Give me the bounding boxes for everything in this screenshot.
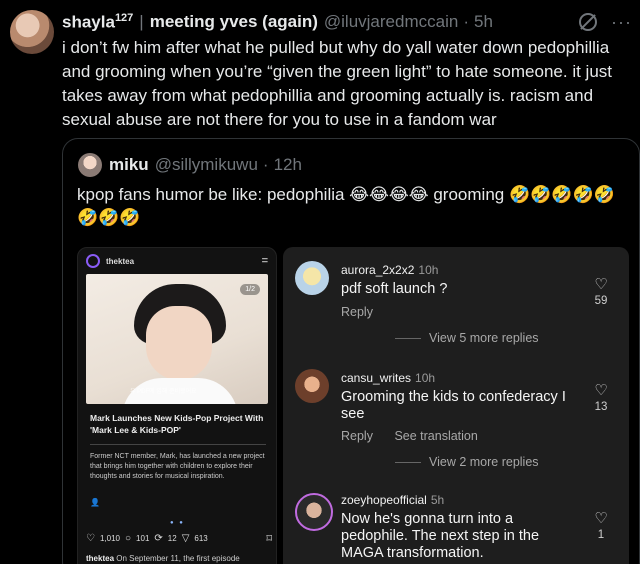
- heart-icon: ♡: [594, 276, 608, 293]
- comment-icon: ○: [125, 533, 132, 544]
- view-more-replies[interactable]: View 5 more replies: [395, 331, 539, 345]
- name-separator: |: [139, 12, 144, 31]
- heart-icon: ♡: [86, 533, 95, 544]
- card-body: Former NCT member, Mark, has launched a …: [90, 453, 265, 480]
- comment-user[interactable]: cansu_writes 10h: [341, 371, 435, 385]
- heart-icon: ♡: [594, 382, 608, 399]
- card-footer-user: thektea: [86, 554, 115, 563]
- view-more-label[interactable]: View 2 more replies: [429, 455, 539, 469]
- page-badge: 1/2: [240, 284, 260, 295]
- header-actions: ···: [579, 12, 632, 33]
- carousel-dots: ● ●: [170, 520, 185, 526]
- card-title: Mark Launches New Kids-Pop Project With …: [90, 413, 264, 435]
- view-more-replies[interactable]: View 2 more replies: [395, 455, 539, 469]
- quote-handle[interactable]: @sillymikuwu: [155, 155, 258, 175]
- tweet: shayla127 | meeting yves (again) @iluvja…: [0, 0, 640, 564]
- handle[interactable]: @iluvjaredmccain: [324, 12, 458, 32]
- reply-button[interactable]: Reply: [341, 305, 373, 319]
- comment-user[interactable]: aurora_2x2x2 10h: [341, 263, 438, 277]
- like-button[interactable]: ♡ 13: [591, 382, 611, 414]
- card-shares: 613: [194, 534, 208, 543]
- card-user-icon: 👤: [90, 498, 100, 507]
- comment-text: Now he's gonna turn into a pedophile. Th…: [341, 511, 540, 561]
- comment-time: 10h: [418, 263, 439, 277]
- divider: [395, 461, 421, 463]
- share-icon: ▽: [181, 533, 190, 544]
- see-translation-button[interactable]: See translation: [394, 429, 477, 443]
- like-button[interactable]: ♡ 1: [591, 510, 611, 542]
- comment-actions: Reply See translation: [341, 429, 478, 443]
- name-suffix: meeting yves (again): [149, 12, 318, 31]
- card-divider: [90, 444, 266, 445]
- thektea-logo-icon: [86, 254, 100, 268]
- avatar[interactable]: [10, 10, 54, 54]
- card-reposts: 12: [167, 534, 177, 543]
- avatar[interactable]: [295, 369, 329, 403]
- card-likes: 1,010: [99, 534, 120, 543]
- name-superscript: 127: [114, 11, 134, 24]
- card-stats: ♡ 1,010 ○ 101 ⟳ 12 ▽ 613 ⌑: [86, 532, 272, 545]
- bookmark-icon: ⌑: [266, 533, 272, 545]
- grok-icon[interactable]: [579, 13, 598, 31]
- quote-header: miku @sillymikuwu · 12h: [109, 153, 302, 177]
- card-photo: 1/2 유 PDF에 임해 준비됐어요: [86, 274, 268, 404]
- heart-icon: ♡: [594, 510, 608, 527]
- tweet-text: i don’t fw him after what he pulled but …: [62, 38, 612, 129]
- quote-text: kpop fans humor be like: pedophilia 😂😂😂😂…: [77, 185, 615, 227]
- quote-display-name[interactable]: miku: [109, 155, 149, 175]
- quoted-tweet[interactable]: miku @sillymikuwu · 12h kpop fans humor …: [62, 138, 640, 564]
- repost-icon: ⟳: [154, 533, 163, 544]
- photo-caption: 유 PDF에 임해 준비됐어요: [130, 389, 197, 395]
- quote-avatar[interactable]: [78, 153, 102, 177]
- menu-icon: =: [261, 255, 268, 267]
- display-name[interactable]: shayla127: [62, 12, 133, 33]
- view-more-label[interactable]: View 5 more replies: [429, 331, 539, 345]
- tweet-header: shayla127 | meeting yves (again) @iluvja…: [62, 10, 632, 34]
- comment-user[interactable]: zoeyhopeofficial 5h: [341, 493, 444, 507]
- quote-timestamp[interactable]: 12h: [274, 155, 302, 175]
- like-count: 13: [594, 401, 608, 413]
- like-button[interactable]: ♡ 59: [591, 276, 611, 308]
- timestamp[interactable]: 5h: [474, 12, 493, 32]
- comment-text: pdf soft launch ?: [341, 281, 448, 297]
- quote-dot: ·: [262, 155, 269, 174]
- card-account: thektea: [106, 256, 135, 266]
- like-count: 59: [594, 295, 608, 307]
- comments-panel: aurora_2x2x2 10h pdf soft launch ? Reply …: [283, 247, 629, 564]
- comment-actions: Reply: [341, 305, 373, 319]
- reply-button[interactable]: Reply: [341, 429, 373, 443]
- avatar[interactable]: [295, 493, 333, 531]
- dot-separator: ·: [463, 12, 469, 31]
- avatar[interactable]: [295, 261, 329, 295]
- more-icon[interactable]: ···: [611, 12, 632, 33]
- comment-time: 5h: [430, 493, 445, 507]
- card-footer: thektea On September 11, the first episo…: [86, 554, 272, 563]
- card-footer-text: On September 11, the first episode: [116, 554, 240, 563]
- comment-text: Grooming the kids to confederacy I see: [341, 389, 566, 422]
- comment-time: 10h: [415, 371, 436, 385]
- divider: [395, 337, 421, 339]
- card-header: thektea =: [78, 248, 276, 274]
- screenshot-card[interactable]: thektea = 1/2 유 PDF에 임해 준비됐어요 Mark Launc…: [77, 247, 277, 564]
- card-comments: 101: [136, 534, 150, 543]
- like-count: 1: [597, 529, 605, 541]
